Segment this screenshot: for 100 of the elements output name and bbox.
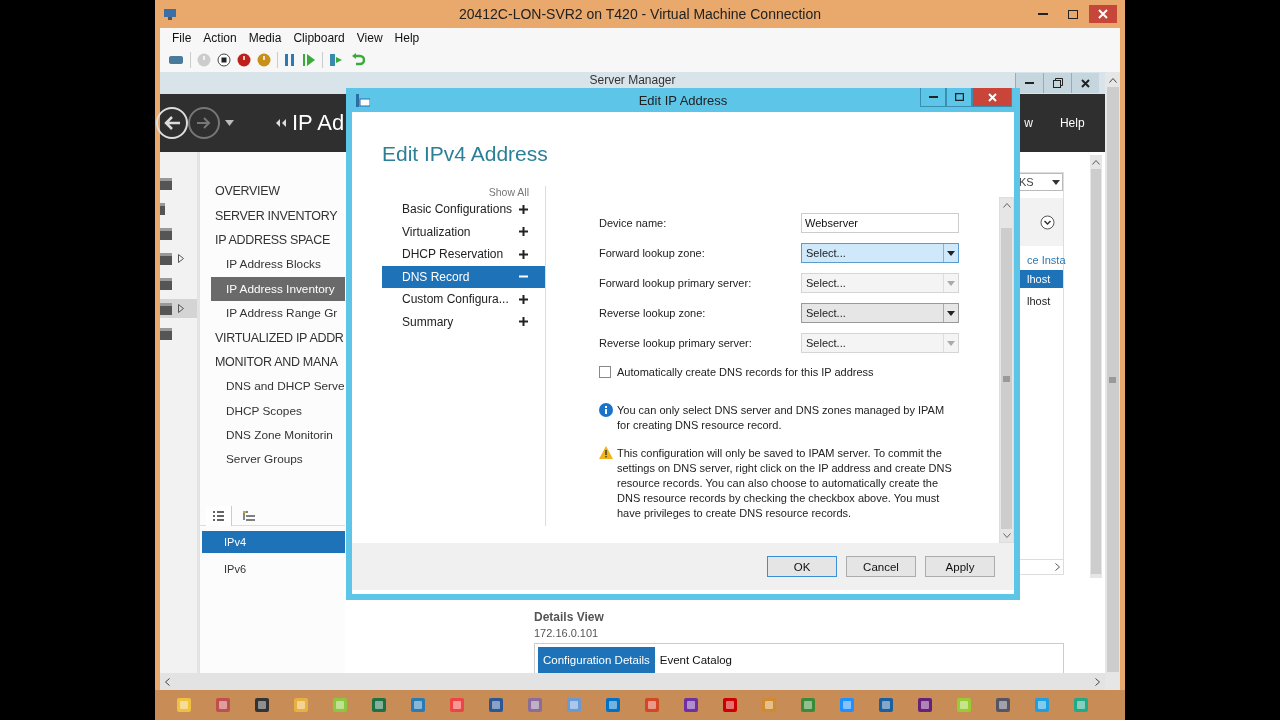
menu-item[interactable]: Help bbox=[1059, 116, 1085, 130]
section-item[interactable]: Basic Configurations bbox=[382, 198, 545, 221]
tree-icon bbox=[243, 510, 255, 521]
nav-item[interactable]: IP Address Range Gr bbox=[211, 300, 345, 326]
app-icon bbox=[761, 697, 777, 713]
menu-item[interactable]: Help bbox=[388, 31, 426, 45]
minimize-button[interactable] bbox=[1015, 73, 1043, 93]
menu-item[interactable]: Clipboard bbox=[287, 31, 351, 45]
field-label: Forward lookup primary server: bbox=[599, 277, 753, 289]
server-role-icon bbox=[160, 252, 172, 265]
power-icon bbox=[237, 53, 251, 67]
tab[interactable]: Event Catalog bbox=[654, 647, 737, 673]
app-icon bbox=[215, 697, 231, 713]
nav-item[interactable]: DNS Zone Monitorin bbox=[211, 422, 345, 448]
scroll-left-icon bbox=[165, 677, 170, 686]
dialog-button[interactable]: Cancel bbox=[846, 556, 916, 577]
undo-icon bbox=[351, 53, 365, 67]
app-icon bbox=[995, 697, 1011, 713]
scrollbar-thumb[interactable] bbox=[1001, 228, 1012, 529]
note-text: This configuration will only be saved to IPAM server. To commit the settings on DNS server, right click on the IP address and create DNS resource records. You can also choose to automatically create the DNS resource records by checking the checkbox above. You must have privileges to create DNS resource records. bbox=[617, 446, 953, 521]
section-item[interactable]: DNS Record bbox=[382, 265, 545, 288]
close-icon bbox=[987, 92, 997, 102]
dropdown-arrow-icon bbox=[947, 340, 955, 346]
tab[interactable]: Configuration Details bbox=[538, 647, 655, 673]
scroll-up-icon bbox=[1108, 78, 1117, 83]
list-icon bbox=[213, 510, 224, 521]
section-item[interactable]: Summary bbox=[382, 310, 545, 333]
nav-item[interactable]: DNS and DHCP Serve bbox=[211, 374, 345, 399]
close-icon bbox=[1081, 78, 1090, 88]
dropdown-arrow-icon bbox=[947, 250, 955, 256]
server-role-icon bbox=[160, 177, 172, 190]
nav-item[interactable]: DHCP Scopes bbox=[211, 398, 345, 423]
dialog-button[interactable]: OK bbox=[767, 556, 837, 577]
expand-circle-icon bbox=[1040, 214, 1055, 230]
scroll-up-icon bbox=[1002, 203, 1011, 208]
field-label: Forward lookup zone: bbox=[599, 247, 706, 259]
show-all-link[interactable]: Show All bbox=[488, 186, 529, 198]
list-item[interactable]: IPv6 bbox=[202, 557, 345, 580]
close-icon bbox=[1098, 9, 1108, 19]
expand-arrow-icon bbox=[178, 254, 184, 263]
server-role-icon bbox=[160, 327, 172, 340]
select-field[interactable]: Select... bbox=[801, 243, 959, 263]
app-icon bbox=[449, 697, 465, 713]
pause-icon bbox=[284, 53, 296, 67]
checkbox[interactable] bbox=[599, 366, 611, 378]
nav-item[interactable]: IP Address Inventory bbox=[211, 276, 345, 301]
section-label: DHCP Reservation bbox=[402, 247, 504, 262]
play-icon bbox=[302, 53, 316, 67]
maximize-icon bbox=[954, 93, 964, 101]
power-icon bbox=[197, 53, 211, 67]
menu-item[interactable]: Media bbox=[242, 31, 288, 45]
scrollbar-thumb[interactable] bbox=[1106, 87, 1119, 672]
nav-item[interactable]: VIRTUALIZED IP ADDR bbox=[211, 325, 345, 350]
menu-item[interactable]: w bbox=[1024, 116, 1033, 130]
scroll-up-icon bbox=[1092, 160, 1100, 165]
server-role-icon bbox=[160, 302, 172, 315]
minimize-icon bbox=[1038, 13, 1048, 15]
nav-item[interactable]: Server Groups bbox=[211, 447, 345, 472]
menu-item[interactable]: File bbox=[166, 31, 198, 45]
nav-item[interactable]: IP ADDRESS SPACE bbox=[211, 227, 345, 253]
section-item[interactable]: Virtualization bbox=[382, 220, 545, 243]
warning-icon bbox=[599, 446, 613, 459]
app-icon bbox=[722, 697, 738, 713]
minimize-button[interactable] bbox=[920, 88, 946, 107]
power-icon bbox=[257, 53, 271, 67]
restore-button[interactable] bbox=[1043, 73, 1071, 93]
grip-icon bbox=[1003, 375, 1010, 382]
section-label: DNS Record bbox=[402, 269, 470, 284]
select-field[interactable]: Select... bbox=[801, 303, 959, 323]
maximize-button[interactable] bbox=[946, 88, 972, 107]
restore-icon bbox=[1052, 78, 1063, 88]
server-role-icon bbox=[160, 277, 172, 290]
nav-item[interactable]: MONITOR AND MANA bbox=[211, 349, 345, 375]
app-icon bbox=[644, 697, 660, 713]
caret-icon bbox=[225, 120, 234, 126]
close-button[interactable] bbox=[1071, 73, 1099, 93]
section-label: Basic Configurations bbox=[402, 202, 513, 217]
nav-item[interactable]: SERVER INVENTORY bbox=[211, 203, 345, 228]
info-icon bbox=[599, 403, 613, 417]
close-button[interactable] bbox=[1089, 5, 1117, 23]
list-item[interactable]: IPv4 bbox=[202, 530, 345, 553]
window-title: 20412C-LON-SVR2 on T420 - Virtual Machine Connection bbox=[458, 6, 822, 22]
menu-item[interactable]: View bbox=[350, 31, 389, 45]
app-icon bbox=[683, 697, 699, 713]
scrollbar-thumb[interactable] bbox=[1091, 169, 1101, 574]
app-icon bbox=[917, 697, 933, 713]
minimize-icon bbox=[1025, 82, 1034, 84]
menu-item[interactable]: Action bbox=[197, 31, 243, 45]
section-item[interactable]: Custom Configura... bbox=[382, 288, 545, 311]
section-label: Virtualization bbox=[402, 224, 471, 239]
monitor-icon bbox=[163, 7, 177, 21]
dropdown-arrow-icon bbox=[947, 280, 955, 286]
dialog-button[interactable]: Apply bbox=[925, 556, 995, 577]
app-icon bbox=[605, 697, 621, 713]
nav-item[interactable]: IP Address Blocks bbox=[211, 252, 345, 277]
app-icon bbox=[527, 697, 543, 713]
back-button[interactable] bbox=[156, 107, 188, 139]
device-name-field[interactable]: Webserver bbox=[801, 213, 959, 233]
section-item[interactable]: DHCP Reservation bbox=[382, 243, 545, 266]
nav-item[interactable]: OVERVIEW bbox=[211, 179, 345, 204]
